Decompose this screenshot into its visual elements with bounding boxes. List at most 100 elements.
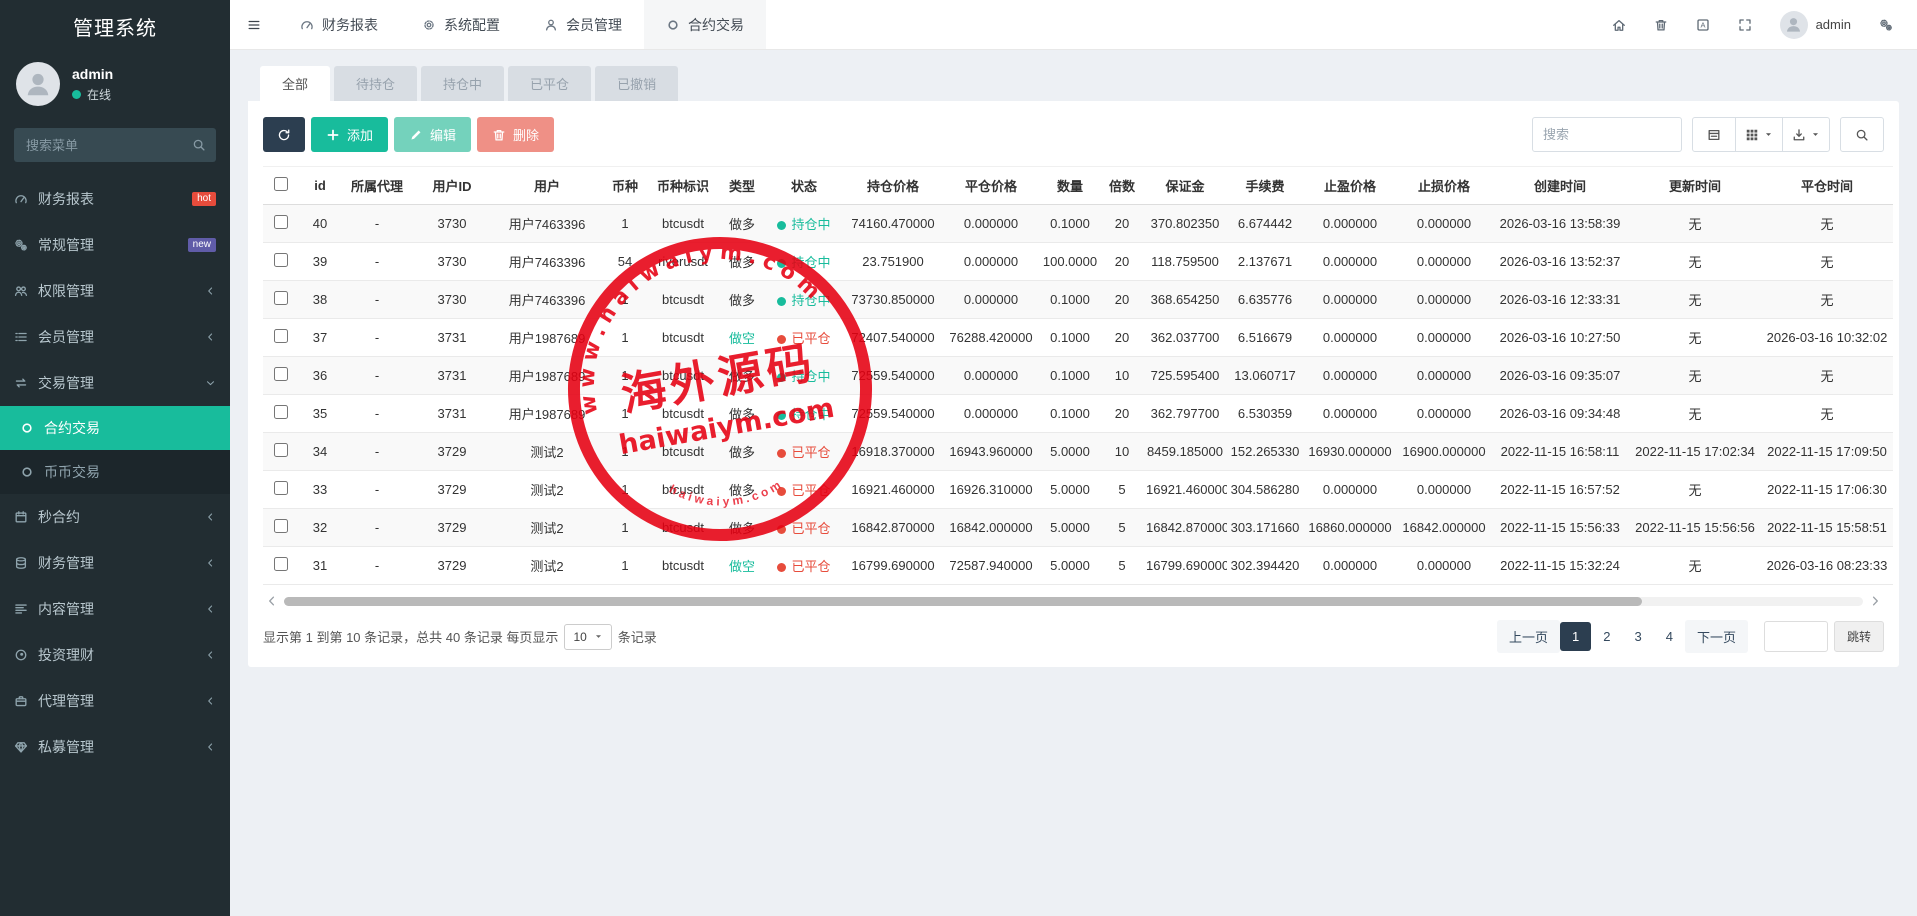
- filter-tab-1[interactable]: 待持仓: [334, 66, 417, 101]
- refresh-button[interactable]: [263, 117, 305, 152]
- filter-tab-3[interactable]: 已平仓: [508, 66, 591, 101]
- cell-tp_price: 0.000000: [1303, 243, 1397, 281]
- table-row[interactable]: 37-3731用户19876891btcusdt做空已平仓72407.54000…: [263, 319, 1893, 357]
- cell-tp_price: 0.000000: [1303, 471, 1397, 509]
- sidebar-item-second-contract[interactable]: 秒合约: [0, 494, 230, 540]
- export-button[interactable]: [1782, 117, 1830, 152]
- row-checkbox[interactable]: [274, 557, 288, 571]
- sidebar-item-finance-report[interactable]: 财务报表hot: [0, 176, 230, 222]
- cell-uid: 3729: [413, 433, 491, 471]
- sidebar-item-content-manage[interactable]: 内容管理: [0, 586, 230, 632]
- trash-icon[interactable]: [1654, 18, 1668, 32]
- fullscreen-icon[interactable]: [1738, 18, 1752, 32]
- home-icon[interactable]: [1612, 18, 1626, 32]
- row-checkbox[interactable]: [274, 519, 288, 533]
- row-checkbox[interactable]: [274, 481, 288, 495]
- svg-text:A: A: [1700, 20, 1705, 29]
- sidebar-item-finance-manage[interactable]: 财务管理: [0, 540, 230, 586]
- sidebar-item-general-manage[interactable]: 常规管理new: [0, 222, 230, 268]
- col-id[interactable]: id: [299, 167, 341, 205]
- cell-id: 36: [299, 357, 341, 395]
- row-checkbox[interactable]: [274, 405, 288, 419]
- col-open_price[interactable]: 持仓价格: [843, 167, 943, 205]
- sidebar-item-private-manage[interactable]: 私募管理: [0, 724, 230, 770]
- scroll-right-icon[interactable]: [1868, 594, 1882, 608]
- table-row[interactable]: 40-3730用户74633961btcusdt做多持仓中74160.47000…: [263, 205, 1893, 243]
- page-button-4[interactable]: 4: [1654, 622, 1685, 651]
- col-margin[interactable]: 保证金: [1143, 167, 1227, 205]
- col-closed[interactable]: 平仓时间: [1761, 167, 1893, 205]
- filter-tab-4[interactable]: 已撤销: [595, 66, 678, 101]
- nav-tab-contract-trade[interactable]: 合约交易: [644, 0, 766, 49]
- col-fee[interactable]: 手续费: [1227, 167, 1303, 205]
- table-row[interactable]: 32-3729测试21btcusdt做多已平仓16842.87000016842…: [263, 509, 1893, 547]
- hamburger-button[interactable]: [230, 0, 278, 49]
- next-page-button[interactable]: 下一页: [1685, 620, 1748, 653]
- col-agent[interactable]: 所属代理: [341, 167, 413, 205]
- sidebar-item-agent-manage[interactable]: 代理管理: [0, 678, 230, 724]
- row-checkbox[interactable]: [274, 329, 288, 343]
- table-row[interactable]: 39-3730用户746339654riverusdt做多持仓中23.75190…: [263, 243, 1893, 281]
- col-symbol[interactable]: 币种标识: [647, 167, 719, 205]
- nav-tab-member-manage[interactable]: 会员管理: [522, 0, 644, 49]
- col-uid[interactable]: 用户ID: [413, 167, 491, 205]
- sidebar-item-member-manage[interactable]: 会员管理: [0, 314, 230, 360]
- table-row[interactable]: 34-3729测试21btcusdt做多已平仓16918.37000016943…: [263, 433, 1893, 471]
- scroll-left-icon[interactable]: [265, 594, 279, 608]
- page-button-3[interactable]: 3: [1623, 622, 1654, 651]
- col-amount[interactable]: 数量: [1039, 167, 1101, 205]
- sidebar-item-permission-manage[interactable]: 权限管理: [0, 268, 230, 314]
- add-button[interactable]: 添加: [311, 117, 388, 152]
- delete-button[interactable]: 删除: [477, 117, 554, 152]
- nav-tab-system-config[interactable]: 系统配置: [400, 0, 522, 49]
- gears-icon[interactable]: [1879, 18, 1893, 32]
- row-checkbox[interactable]: [274, 253, 288, 267]
- col-tp_price[interactable]: 止盈价格: [1303, 167, 1397, 205]
- col-created[interactable]: 创建时间: [1491, 167, 1629, 205]
- col-type[interactable]: 类型: [719, 167, 765, 205]
- sidebar-item-coin-trade[interactable]: 币币交易: [0, 450, 230, 494]
- table-row[interactable]: 35-3731用户19876891btcusdt做多持仓中72559.54000…: [263, 395, 1893, 433]
- cell-coin: 1: [603, 319, 647, 357]
- sidebar-item-trade-manage[interactable]: 交易管理: [0, 360, 230, 406]
- col-status[interactable]: 状态: [765, 167, 843, 205]
- sidebar-item-contract-trade[interactable]: 合约交易: [0, 406, 230, 450]
- page-button-1[interactable]: 1: [1560, 622, 1591, 651]
- table-row[interactable]: 36-3731用户19876891btcusdt做多持仓中72559.54000…: [263, 357, 1893, 395]
- prev-page-button[interactable]: 上一页: [1497, 620, 1560, 653]
- columns-button[interactable]: [1735, 117, 1783, 152]
- cell-updated: 无: [1629, 319, 1761, 357]
- detail-view-button[interactable]: [1692, 117, 1736, 152]
- select-all-checkbox[interactable]: [274, 177, 288, 191]
- row-checkbox[interactable]: [274, 291, 288, 305]
- sidebar-item-invest-manage[interactable]: 投资理财: [0, 632, 230, 678]
- table-search-input[interactable]: [1532, 117, 1682, 152]
- col-multiple[interactable]: 倍数: [1101, 167, 1143, 205]
- table-row[interactable]: 31-3729测试21btcusdt做空已平仓16799.69000072587…: [263, 547, 1893, 585]
- cell-amount: 100.0000: [1039, 243, 1101, 281]
- filter-tab-0[interactable]: 全部: [260, 66, 330, 101]
- table-row[interactable]: 38-3730用户74633961btcusdt做多持仓中73730.85000…: [263, 281, 1893, 319]
- page-button-2[interactable]: 2: [1591, 622, 1622, 651]
- sidebar-search-input[interactable]: [14, 128, 216, 162]
- edit-button[interactable]: 编辑: [394, 117, 471, 152]
- col-coin[interactable]: 币种: [603, 167, 647, 205]
- language-icon[interactable]: A: [1696, 18, 1710, 32]
- col-user[interactable]: 用户: [491, 167, 603, 205]
- filter-tab-2[interactable]: 持仓中: [421, 66, 504, 101]
- nav-tab-finance-report[interactable]: 财务报表: [278, 0, 400, 49]
- scrollbar-thumb[interactable]: [284, 597, 1642, 606]
- scrollbar-track[interactable]: [284, 597, 1863, 606]
- search-button[interactable]: [1840, 117, 1884, 152]
- col-close_price[interactable]: 平仓价格: [943, 167, 1039, 205]
- row-checkbox[interactable]: [274, 443, 288, 457]
- row-checkbox[interactable]: [274, 215, 288, 229]
- row-checkbox[interactable]: [274, 367, 288, 381]
- jump-button[interactable]: 跳转: [1834, 621, 1884, 652]
- col-sl_price[interactable]: 止损价格: [1397, 167, 1491, 205]
- col-updated[interactable]: 更新时间: [1629, 167, 1761, 205]
- navbar-user-menu[interactable]: admin: [1780, 11, 1851, 39]
- page-size-select[interactable]: 10: [564, 624, 611, 650]
- jump-page-input[interactable]: [1764, 621, 1828, 652]
- table-row[interactable]: 33-3729测试21btcusdt做多已平仓16921.46000016926…: [263, 471, 1893, 509]
